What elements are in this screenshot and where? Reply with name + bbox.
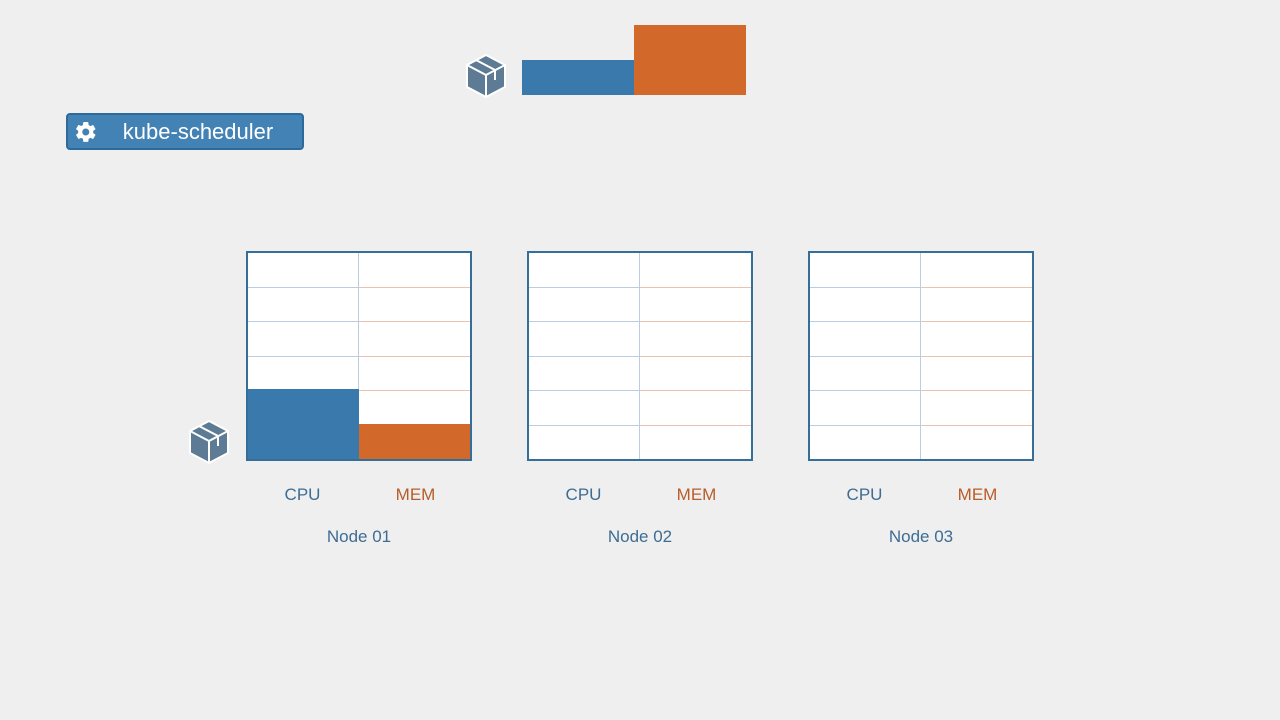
mem-block <box>634 25 746 60</box>
mem-label: MEM <box>359 485 472 505</box>
pending-mem-column <box>634 25 746 95</box>
axis-labels: CPU MEM <box>808 485 1034 505</box>
node-name: Node 03 <box>808 527 1034 547</box>
scheduler-label: kube-scheduler <box>104 119 302 145</box>
cpu-label: CPU <box>527 485 640 505</box>
cpu-block <box>522 60 634 95</box>
node-1: CPU MEM Node 01 <box>246 251 472 547</box>
node-2: CPU MEM Node 02 <box>527 251 753 547</box>
node-capacity-grid <box>527 251 753 461</box>
mem-column <box>359 253 470 459</box>
axis-labels: CPU MEM <box>527 485 753 505</box>
mem-label: MEM <box>921 485 1034 505</box>
node-capacity-grid <box>808 251 1034 461</box>
cpu-column <box>248 253 359 459</box>
axis-labels: CPU MEM <box>246 485 472 505</box>
pending-cpu-column <box>522 60 634 95</box>
mem-column <box>640 253 751 459</box>
node-name: Node 02 <box>527 527 753 547</box>
cpu-label: CPU <box>808 485 921 505</box>
mem-column <box>921 253 1032 459</box>
pending-pod <box>465 25 746 95</box>
cpu-label: CPU <box>246 485 359 505</box>
package-icon <box>188 419 230 465</box>
cpu-column <box>529 253 640 459</box>
node-name: Node 01 <box>246 527 472 547</box>
gear-icon <box>68 120 104 144</box>
package-icon <box>465 53 507 99</box>
cpu-column <box>810 253 921 459</box>
mem-label: MEM <box>640 485 753 505</box>
mem-block <box>634 60 746 95</box>
kube-scheduler-badge: kube-scheduler <box>66 113 304 150</box>
node-capacity-grid <box>246 251 472 461</box>
node-3: CPU MEM Node 03 <box>808 251 1034 547</box>
nodes-row: CPU MEM Node 01 CPU MEM Node 02 <box>0 251 1280 547</box>
